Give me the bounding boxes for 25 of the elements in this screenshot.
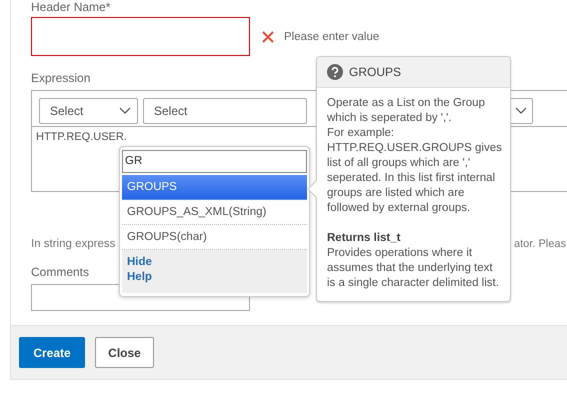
field-label: Comments xyxy=(31,265,90,279)
chevron-down-icon xyxy=(515,107,527,115)
close-button[interactable]: Close xyxy=(95,337,154,368)
tooltip-returns-text: Provides operations where it assumes that the underlying text is a single character delimited list. xyxy=(327,246,500,291)
suggestion-item[interactable]: GROUPS_AS_XML(String) xyxy=(122,200,307,225)
help-icon xyxy=(327,64,343,80)
header-name-field[interactable] xyxy=(31,17,250,56)
tooltip-title: GROUPS xyxy=(349,64,402,80)
popup-link[interactable]: Hide xyxy=(127,255,152,270)
tooltip-description: Operate as a List on the Group which is seperated by ','. For example: HTTP.REQ.USER.GROUPS gives list of all groups which are ',' seperated. In this list first internal groups are listed which are followed by external groups. xyxy=(327,96,502,216)
tooltip-returns-title: Returns list_t xyxy=(327,231,402,246)
select-dropdown[interactable]: Select xyxy=(39,98,138,124)
suggestion-item[interactable]: GROUPS xyxy=(122,175,307,200)
select-dropdown[interactable]: Select xyxy=(143,98,307,124)
chevron-down-icon xyxy=(119,107,131,115)
search-field[interactable]: GR xyxy=(122,150,307,173)
popup-link[interactable]: Help xyxy=(127,270,152,285)
field-label: Expression xyxy=(31,71,90,85)
field-label: Header Name* xyxy=(31,0,110,14)
hint-text: In string express xyxy=(31,238,116,250)
create-button[interactable]: Create xyxy=(19,337,85,368)
error-icon xyxy=(262,30,274,42)
hint-text: ator. Pleas xyxy=(514,238,566,250)
select-dropdown[interactable] xyxy=(511,98,533,124)
error-message: Please enter value xyxy=(284,30,380,42)
